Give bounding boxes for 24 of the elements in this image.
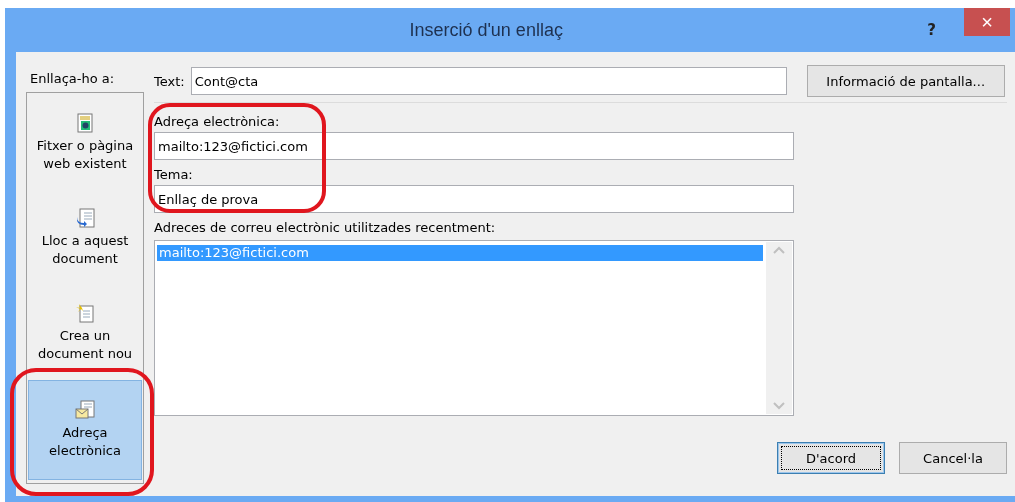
- screen-tip-button[interactable]: Informació de pantalla...: [806, 65, 1005, 97]
- help-button[interactable]: ?: [927, 21, 936, 39]
- link-type-item[interactable]: Crea un document nou: [28, 285, 142, 381]
- window-title: Inserció d'un enllaç: [408, 19, 564, 41]
- document-arrow-icon: [75, 208, 95, 229]
- link-type-item[interactable]: Lloc a aquest document: [28, 190, 142, 286]
- address-field[interactable]: mailto:123@fictici.com: [154, 132, 794, 160]
- close-button[interactable]: ×: [964, 8, 1010, 36]
- envelope-document-icon: [75, 400, 95, 421]
- scroll-up-icon[interactable]: [773, 246, 785, 254]
- text-field[interactable]: Cont@cta: [190, 67, 787, 95]
- new-document-icon: [75, 302, 95, 323]
- scroll-down-icon[interactable]: [773, 402, 785, 410]
- text-label: Text:: [154, 73, 185, 89]
- ok-button[interactable]: D'acord: [777, 442, 885, 474]
- recent-addresses-label: Adreces de correu electrònic utilitzades recentment:: [154, 219, 497, 235]
- subject-field[interactable]: Enllaç de prova: [154, 185, 794, 213]
- scrollbar[interactable]: [766, 242, 792, 414]
- link-to-label: Enllaça-ho a:: [29, 69, 116, 88]
- cancel-button[interactable]: Cancel·la: [899, 442, 1007, 474]
- link-type-item[interactable]: Adreça electrònica: [28, 380, 142, 480]
- subject-label: Tema:: [154, 166, 194, 182]
- address-label: Adreça electrònica:: [154, 113, 281, 129]
- link-type-item[interactable]: Fitxer o pàgina web existent: [28, 96, 142, 191]
